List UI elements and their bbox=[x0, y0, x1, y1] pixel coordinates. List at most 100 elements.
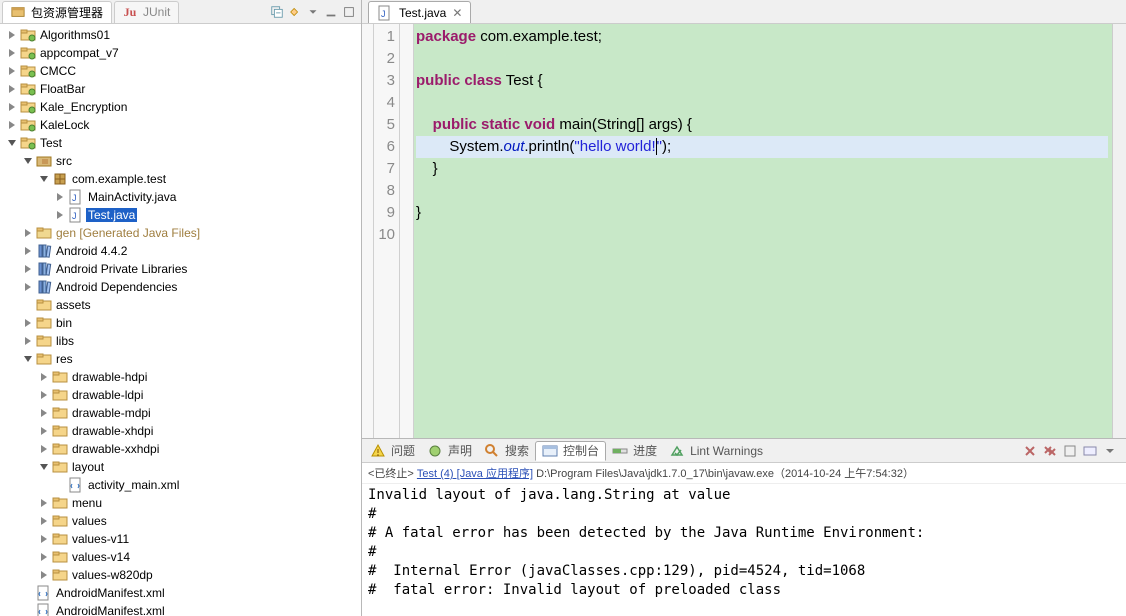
chevron-right-icon[interactable] bbox=[52, 211, 68, 219]
tree-item[interactable]: AndroidManifest.xml bbox=[4, 602, 361, 616]
tree-item[interactable]: Kale_Encryption bbox=[4, 98, 361, 116]
tree-item[interactable]: values-v14 bbox=[4, 548, 361, 566]
tree-item[interactable]: values-v11 bbox=[4, 530, 361, 548]
tree-item[interactable]: bin bbox=[4, 314, 361, 332]
tree-item-label: Android 4.4.2 bbox=[54, 244, 129, 258]
tree-item[interactable]: JTest.java bbox=[4, 206, 361, 224]
bottom-tab-label: 声明 bbox=[448, 442, 472, 459]
chevron-right-icon[interactable] bbox=[20, 319, 36, 327]
console-output[interactable]: Invalid layout of java.lang.String at va… bbox=[362, 484, 1126, 616]
tree-item[interactable]: menu bbox=[4, 494, 361, 512]
chevron-right-icon[interactable] bbox=[4, 121, 20, 129]
tree-item[interactable]: Android Dependencies bbox=[4, 278, 361, 296]
chevron-down-icon[interactable] bbox=[20, 157, 36, 165]
tree-item[interactable]: drawable-ldpi bbox=[4, 386, 361, 404]
tab-package-explorer[interactable]: 包资源管理器 bbox=[2, 1, 112, 23]
tree-item[interactable]: libs bbox=[4, 332, 361, 350]
remove-all-icon[interactable] bbox=[1042, 443, 1058, 459]
chevron-down-icon[interactable] bbox=[36, 463, 52, 471]
view-menu-icon[interactable] bbox=[305, 4, 321, 20]
chevron-right-icon[interactable] bbox=[36, 517, 52, 525]
maximize-icon[interactable] bbox=[341, 4, 357, 20]
tree-item[interactable]: assets bbox=[4, 296, 361, 314]
chevron-right-icon[interactable] bbox=[36, 445, 52, 453]
tree-item-label: menu bbox=[70, 496, 104, 510]
tree-item[interactable]: Android 4.4.2 bbox=[4, 242, 361, 260]
chevron-right-icon[interactable] bbox=[36, 427, 52, 435]
chevron-right-icon[interactable] bbox=[20, 283, 36, 291]
bottom-tab-lint[interactable]: Lint Warnings bbox=[663, 441, 769, 461]
code-editor[interactable]: 12345678910 package com.example.test; pu… bbox=[362, 24, 1126, 438]
tree-item[interactable]: activity_main.xml bbox=[4, 476, 361, 494]
remove-launch-icon[interactable] bbox=[1022, 443, 1038, 459]
pin-console-icon[interactable] bbox=[1062, 443, 1078, 459]
tree-item[interactable]: drawable-xhdpi bbox=[4, 422, 361, 440]
tree-item[interactable]: layout bbox=[4, 458, 361, 476]
folding-gutter[interactable] bbox=[362, 24, 374, 438]
chevron-down-icon[interactable] bbox=[20, 355, 36, 363]
chevron-right-icon[interactable] bbox=[36, 373, 52, 381]
bottom-tab-console[interactable]: 控制台 bbox=[535, 441, 606, 461]
chevron-right-icon[interactable] bbox=[20, 247, 36, 255]
chevron-right-icon[interactable] bbox=[4, 31, 20, 39]
tree-item[interactable]: Android Private Libraries bbox=[4, 260, 361, 278]
junit-icon: Ju bbox=[123, 5, 137, 19]
overview-ruler[interactable] bbox=[1112, 24, 1126, 438]
tree-item[interactable]: AndroidManifest.xml bbox=[4, 584, 361, 602]
minimize-icon[interactable] bbox=[323, 4, 339, 20]
chevron-right-icon[interactable] bbox=[20, 265, 36, 273]
tree-item[interactable]: appcompat_v7 bbox=[4, 44, 361, 62]
tree-item[interactable]: res bbox=[4, 350, 361, 368]
warning-icon bbox=[370, 443, 386, 459]
project-tree[interactable]: Algorithms01appcompat_v7CMCCFloatBarKale… bbox=[0, 24, 361, 616]
display-selected-icon[interactable] bbox=[1082, 443, 1098, 459]
chevron-right-icon[interactable] bbox=[4, 85, 20, 93]
editor-tab-test-java[interactable]: J Test.java ✕ bbox=[368, 1, 471, 23]
chevron-right-icon[interactable] bbox=[4, 67, 20, 75]
chevron-right-icon[interactable] bbox=[36, 391, 52, 399]
bottom-tab-warning[interactable]: 问题 bbox=[364, 441, 421, 461]
tree-item-label: values-w820dp bbox=[70, 568, 155, 582]
tree-item[interactable]: gen [Generated Java Files] bbox=[4, 224, 361, 242]
tree-item[interactable]: drawable-mdpi bbox=[4, 404, 361, 422]
chevron-right-icon[interactable] bbox=[52, 193, 68, 201]
tree-item[interactable]: values-w820dp bbox=[4, 566, 361, 584]
tab-junit[interactable]: Ju JUnit bbox=[114, 1, 179, 23]
code-area[interactable]: package com.example.test; public class T… bbox=[414, 24, 1112, 438]
chevron-down-icon[interactable] bbox=[36, 175, 52, 183]
console-menu-icon[interactable] bbox=[1102, 443, 1118, 459]
chevron-right-icon[interactable] bbox=[20, 337, 36, 345]
bottom-tab-decl[interactable]: 声明 bbox=[421, 441, 478, 461]
chevron-right-icon[interactable] bbox=[4, 103, 20, 111]
tree-item[interactable]: src bbox=[4, 152, 361, 170]
tree-item[interactable]: com.example.test bbox=[4, 170, 361, 188]
tree-item[interactable]: Algorithms01 bbox=[4, 26, 361, 44]
tree-item[interactable]: values bbox=[4, 512, 361, 530]
tree-item[interactable]: KaleLock bbox=[4, 116, 361, 134]
tree-item[interactable]: drawable-xxhdpi bbox=[4, 440, 361, 458]
chevron-right-icon[interactable] bbox=[36, 553, 52, 561]
link-editor-icon[interactable] bbox=[287, 4, 303, 20]
tree-item[interactable]: JMainActivity.java bbox=[4, 188, 361, 206]
chevron-right-icon[interactable] bbox=[36, 409, 52, 417]
chevron-right-icon[interactable] bbox=[36, 499, 52, 507]
tree-item[interactable]: Test bbox=[4, 134, 361, 152]
proj-icon bbox=[20, 27, 36, 43]
tree-item-label: drawable-ldpi bbox=[70, 388, 145, 402]
collapse-all-icon[interactable] bbox=[269, 4, 285, 20]
close-icon[interactable]: ✕ bbox=[450, 6, 462, 20]
tab-label: JUnit bbox=[143, 5, 170, 19]
console-launch-link[interactable]: Test (4) [Java 应用程序] bbox=[417, 468, 533, 480]
folder-gen-icon bbox=[36, 225, 52, 241]
tree-item[interactable]: drawable-hdpi bbox=[4, 368, 361, 386]
search-icon bbox=[484, 443, 500, 459]
tree-item[interactable]: FloatBar bbox=[4, 80, 361, 98]
chevron-right-icon[interactable] bbox=[20, 229, 36, 237]
tree-item[interactable]: CMCC bbox=[4, 62, 361, 80]
bottom-tab-progress[interactable]: 进度 bbox=[606, 441, 663, 461]
chevron-right-icon[interactable] bbox=[4, 49, 20, 57]
chevron-down-icon[interactable] bbox=[4, 139, 20, 147]
chevron-right-icon[interactable] bbox=[36, 535, 52, 543]
chevron-right-icon[interactable] bbox=[36, 571, 52, 579]
bottom-tab-search[interactable]: 搜索 bbox=[478, 441, 535, 461]
